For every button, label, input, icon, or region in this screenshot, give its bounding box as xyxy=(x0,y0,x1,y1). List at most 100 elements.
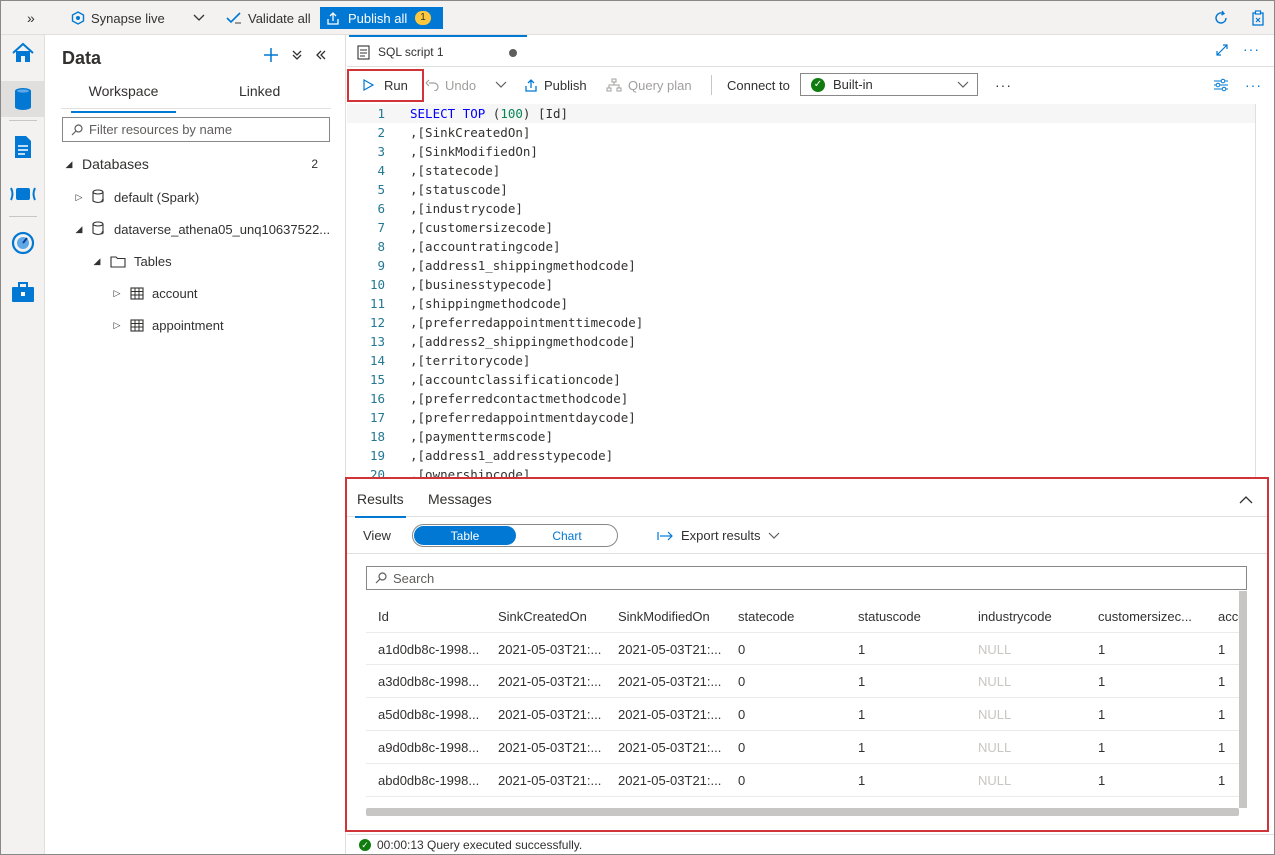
table-cell: 0 xyxy=(738,707,746,722)
sql-code-editor[interactable]: 1 SELECT TOP (100) [Id] 2 ,[SinkCreatedOn] 3… xyxy=(347,104,1255,478)
code-line[interactable]: 5 ,[statuscode] xyxy=(347,180,1255,199)
collapse-results-button[interactable] xyxy=(1239,492,1253,507)
code-line[interactable]: 17 ,[preferredappointmentdaycode] xyxy=(347,408,1255,427)
code-line[interactable]: 11 ,[shippingmethodcode] xyxy=(347,294,1255,313)
table-cell: 0 xyxy=(738,674,746,689)
tab-linked[interactable]: Linked xyxy=(239,83,280,99)
double-chevron-left-icon[interactable] xyxy=(315,49,327,61)
column-header[interactable]: Id xyxy=(378,609,488,624)
add-icon[interactable] xyxy=(263,47,279,63)
code-line[interactable]: 10 ,[businesstypecode] xyxy=(347,275,1255,294)
tab-messages[interactable]: Messages xyxy=(428,491,492,507)
view-chart-option[interactable]: Chart xyxy=(516,526,618,545)
publish-all-button[interactable]: Publish all 1 xyxy=(320,7,443,29)
code-line[interactable]: 18 ,[paymenttermscode] xyxy=(347,427,1255,446)
line-number: 4 xyxy=(377,163,385,178)
filter-resources-input[interactable]: Filter resources by name xyxy=(62,117,330,142)
column-header[interactable]: customersizec... xyxy=(1098,609,1198,624)
code-line[interactable]: 16 ,[preferredcontactmethodcode] xyxy=(347,389,1255,408)
column-header[interactable]: statecode xyxy=(738,609,848,624)
code-line[interactable]: 9 ,[address1_shippingmethodcode] xyxy=(347,256,1255,275)
results-horizontal-scrollbar[interactable] xyxy=(366,808,1239,816)
column-header[interactable]: industrycode xyxy=(978,609,1088,624)
code-line[interactable]: 1 SELECT TOP (100) [Id] xyxy=(347,104,1255,123)
tab-sql-script-1[interactable]: SQL script 1 xyxy=(349,35,527,67)
column-header[interactable]: acco xyxy=(1218,609,1239,624)
more-icon: ··· xyxy=(1243,41,1260,57)
line-number: 3 xyxy=(377,144,385,159)
table-row[interactable]: a9d0db8c-1998... 2021-05-03T21:... 2021-05… xyxy=(366,731,1239,764)
undo-button[interactable]: Undo xyxy=(425,67,476,103)
workspace-mode-selector[interactable]: Synapse live xyxy=(71,1,205,35)
table-cell: 0 xyxy=(738,642,746,657)
rail-manage[interactable] xyxy=(1,274,45,310)
tab-results[interactable]: Results xyxy=(355,491,406,518)
validate-all-button[interactable]: Validate all xyxy=(226,1,311,35)
view-bar: View Table Chart Export results xyxy=(347,518,1267,554)
tree-tables[interactable]: ◢ Tables xyxy=(92,249,172,273)
refresh-button[interactable] xyxy=(1213,1,1229,35)
table-row[interactable]: a3d0db8c-1998... 2021-05-03T21:... 2021-05… xyxy=(366,665,1239,698)
left-nav-rail xyxy=(1,35,45,854)
code-line[interactable]: 2 ,[SinkCreatedOn] xyxy=(347,123,1255,142)
tab-workspace[interactable]: Workspace xyxy=(71,83,176,113)
chevron-down-icon xyxy=(495,81,507,88)
rail-monitor[interactable] xyxy=(1,225,45,261)
properties-more-button[interactable]: ··· xyxy=(1245,67,1262,103)
toolbar-more-button[interactable]: ··· xyxy=(995,67,1012,103)
rail-develop[interactable] xyxy=(1,129,45,165)
publish-button[interactable]: Publish xyxy=(524,67,587,103)
validate-check-icon xyxy=(226,12,241,24)
table-cell: 0 xyxy=(738,740,746,755)
column-header[interactable]: statuscode xyxy=(858,609,968,624)
collapse-all-icon[interactable] xyxy=(291,49,303,61)
code-text: ,[SinkModifiedOn] xyxy=(410,144,538,159)
top-bar: » Synapse live Validate all Publish all … xyxy=(1,1,1274,35)
sql-script-icon xyxy=(357,44,370,60)
code-line[interactable]: 7 ,[customersizecode] xyxy=(347,218,1255,237)
column-header[interactable]: SinkModifiedOn xyxy=(618,609,728,624)
results-vertical-scrollbar[interactable] xyxy=(1239,591,1247,808)
maximize-button[interactable] xyxy=(1216,44,1228,59)
code-line[interactable]: 12 ,[preferredappointmenttimecode] xyxy=(347,313,1255,332)
code-line[interactable]: 19 ,[address1_addresstypecode] xyxy=(347,446,1255,465)
rail-data[interactable] xyxy=(1,81,45,117)
code-line[interactable]: 6 ,[industrycode] xyxy=(347,199,1255,218)
expand-rail-button[interactable]: » xyxy=(27,1,35,35)
db-dataverse-label: dataverse_athena05_unq10637522... xyxy=(114,221,331,237)
code-line[interactable]: 14 ,[territorycode] xyxy=(347,351,1255,370)
run-highlight-box xyxy=(347,69,424,102)
discard-all-button[interactable] xyxy=(1251,1,1265,35)
results-search-input[interactable]: Search xyxy=(366,566,1247,590)
double-chevron-right-icon: » xyxy=(27,10,35,26)
code-rest: [Id] xyxy=(530,106,569,121)
table-row[interactable]: abd0db8c-1998... 2021-05-03T21:... 2021-05… xyxy=(366,764,1239,797)
undo-dropdown[interactable] xyxy=(495,67,507,103)
tree-db-dataverse[interactable]: ◢ * dataverse_athena05_unq10637522... xyxy=(74,217,330,241)
table-row[interactable]: a5d0db8c-1998... 2021-05-03T21:... 2021-05… xyxy=(366,698,1239,731)
export-results-button[interactable]: Export results xyxy=(657,528,780,543)
view-table-option[interactable]: Table xyxy=(414,526,516,545)
tree-db-default[interactable]: ▷ * default (Spark) xyxy=(74,185,199,209)
properties-button[interactable] xyxy=(1213,67,1229,103)
table-row[interactable]: a1d0db8c-1998... 2021-05-03T21:... 2021-05… xyxy=(366,632,1239,665)
code-line[interactable]: 4 ,[statecode] xyxy=(347,161,1255,180)
tab-more-button[interactable]: ··· xyxy=(1243,41,1260,57)
code-line[interactable]: 13 ,[address2_shippingmethodcode] xyxy=(347,332,1255,351)
tree-table-appointment[interactable]: ▷ appointment xyxy=(112,313,224,337)
column-header[interactable]: SinkCreatedOn xyxy=(498,609,608,624)
table-cell: 2021-05-03T21:... xyxy=(618,642,722,657)
table-cell: 1 xyxy=(858,740,866,755)
editor-scrollbar[interactable] xyxy=(1255,104,1269,478)
code-line[interactable]: 3 ,[SinkModifiedOn] xyxy=(347,142,1255,161)
code-line[interactable]: 15 ,[accountclassificationcode] xyxy=(347,370,1255,389)
query-plan-button[interactable]: Query plan xyxy=(606,67,692,103)
rail-home[interactable] xyxy=(1,35,45,71)
rail-integrate[interactable] xyxy=(1,176,45,212)
line-number: 10 xyxy=(369,277,385,292)
publish-upload-icon xyxy=(525,79,537,92)
code-line[interactable]: 8 ,[accountratingcode] xyxy=(347,237,1255,256)
tree-databases[interactable]: ◢ Databases 2 xyxy=(64,152,328,176)
tree-table-account[interactable]: ▷ account xyxy=(112,281,198,305)
connect-to-select[interactable]: ✓ Built-in xyxy=(800,73,978,96)
